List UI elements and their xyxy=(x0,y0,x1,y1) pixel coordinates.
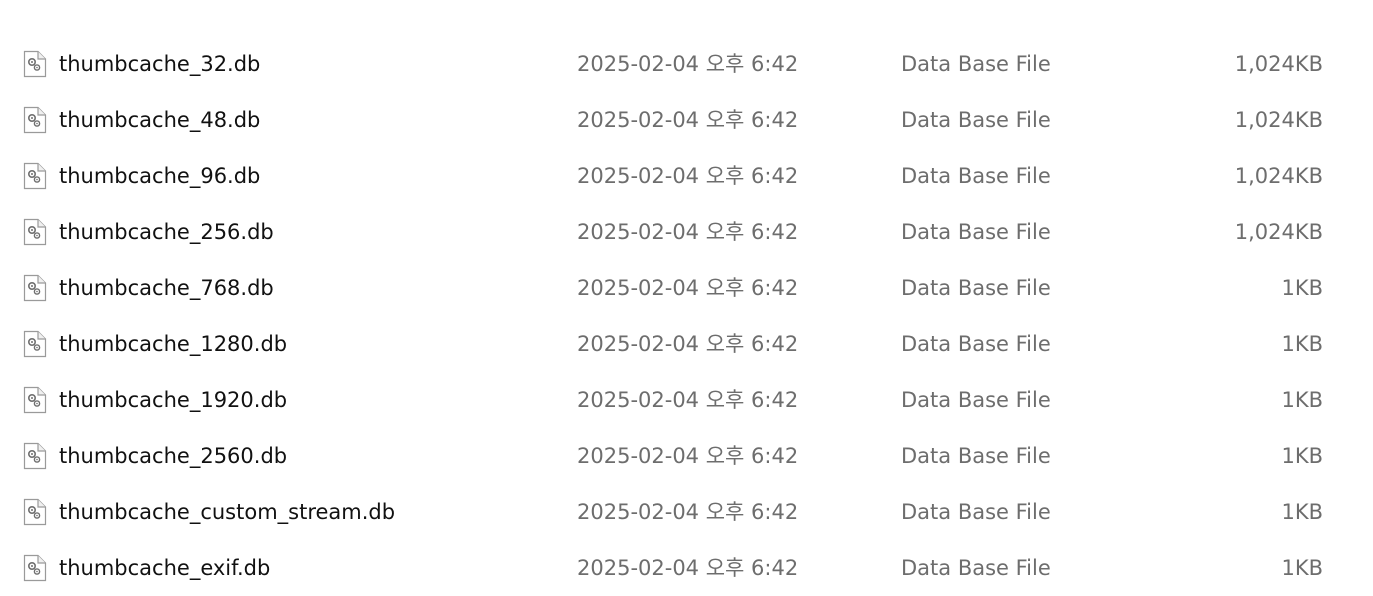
file-name: thumbcache_256.db xyxy=(59,220,274,244)
file-row[interactable]: thumbcache_96.db 2025-02-04 오후 6:42 Data… xyxy=(0,148,1373,204)
file-name: thumbcache_96.db xyxy=(59,164,261,188)
file-name: thumbcache_custom_stream.db xyxy=(59,500,396,524)
file-size: 1,024KB xyxy=(1234,164,1323,188)
file-size: 1KB xyxy=(1281,500,1323,524)
file-date: 2025-02-04 오후 6:42 xyxy=(577,332,799,356)
database-file-icon xyxy=(23,50,47,78)
file-row[interactable] xyxy=(0,0,1373,36)
file-row[interactable]: thumbcache_768.db 2025-02-04 오후 6:42 Dat… xyxy=(0,260,1373,316)
file-row[interactable]: thumbcache_custom_stream.db 2025-02-04 오… xyxy=(0,484,1373,540)
file-date: 2025-02-04 오후 6:42 xyxy=(577,500,799,524)
file-type: Data Base File xyxy=(901,556,1051,580)
file-row[interactable]: thumbcache_48.db 2025-02-04 오후 6:42 Data… xyxy=(0,92,1373,148)
file-date: 2025-02-04 오후 6:42 xyxy=(577,164,799,188)
file-size: 1,024KB xyxy=(1234,220,1323,244)
file-size: 1KB xyxy=(1281,556,1323,580)
file-date: 2025-02-04 오후 6:42 xyxy=(577,556,799,580)
file-date: 2025-02-04 오후 6:42 xyxy=(577,388,799,412)
database-file-icon xyxy=(23,162,47,190)
file-name: thumbcache_1920.db xyxy=(59,388,288,412)
database-file-icon xyxy=(23,554,47,582)
file-row[interactable]: thumbcache_1920.db 2025-02-04 오후 6:42 Da… xyxy=(0,372,1373,428)
file-size: 1KB xyxy=(1281,276,1323,300)
file-type: Data Base File xyxy=(901,444,1051,468)
file-name: thumbcache_exif.db xyxy=(59,556,271,580)
file-size: 1KB xyxy=(1281,444,1323,468)
database-file-icon xyxy=(23,274,47,302)
file-row[interactable]: thumbcache_1280.db 2025-02-04 오후 6:42 Da… xyxy=(0,316,1373,372)
database-file-icon xyxy=(23,442,47,470)
file-date: 2025-02-04 오후 6:42 xyxy=(577,276,799,300)
file-type: Data Base File xyxy=(901,220,1051,244)
database-file-icon xyxy=(23,498,47,526)
file-name: thumbcache_48.db xyxy=(59,108,261,132)
database-file-icon xyxy=(23,330,47,358)
file-type: Data Base File xyxy=(901,500,1051,524)
file-row[interactable]: thumbcache_2560.db 2025-02-04 오후 6:42 Da… xyxy=(0,428,1373,484)
file-date: 2025-02-04 오후 6:42 xyxy=(577,444,799,468)
file-type: Data Base File xyxy=(901,276,1051,300)
database-file-icon xyxy=(23,218,47,246)
file-date: 2025-02-04 오후 6:42 xyxy=(577,108,799,132)
file-name: thumbcache_1280.db xyxy=(59,332,288,356)
file-type: Data Base File xyxy=(901,164,1051,188)
file-size: 1KB xyxy=(1281,332,1323,356)
file-row[interactable]: thumbcache_32.db 2025-02-04 오후 6:42 Data… xyxy=(0,36,1373,92)
file-row[interactable]: thumbcache_256.db 2025-02-04 오후 6:42 Dat… xyxy=(0,204,1373,260)
database-file-icon xyxy=(23,386,47,414)
file-row[interactable]: thumbcache_exif.db 2025-02-04 오후 6:42 Da… xyxy=(0,540,1373,596)
file-name: thumbcache_32.db xyxy=(59,52,261,76)
file-date: 2025-02-04 오후 6:42 xyxy=(577,52,799,76)
file-list: thumbcache_32.db 2025-02-04 오후 6:42 Data… xyxy=(0,0,1373,596)
file-type: Data Base File xyxy=(901,388,1051,412)
file-type: Data Base File xyxy=(901,52,1051,76)
file-size: 1,024KB xyxy=(1234,108,1323,132)
file-name: thumbcache_2560.db xyxy=(59,444,288,468)
file-name: thumbcache_768.db xyxy=(59,276,274,300)
file-date: 2025-02-04 오후 6:42 xyxy=(577,220,799,244)
database-file-icon xyxy=(23,106,47,134)
file-type: Data Base File xyxy=(901,108,1051,132)
file-size: 1,024KB xyxy=(1234,52,1323,76)
file-size: 1KB xyxy=(1281,388,1323,412)
file-type: Data Base File xyxy=(901,332,1051,356)
